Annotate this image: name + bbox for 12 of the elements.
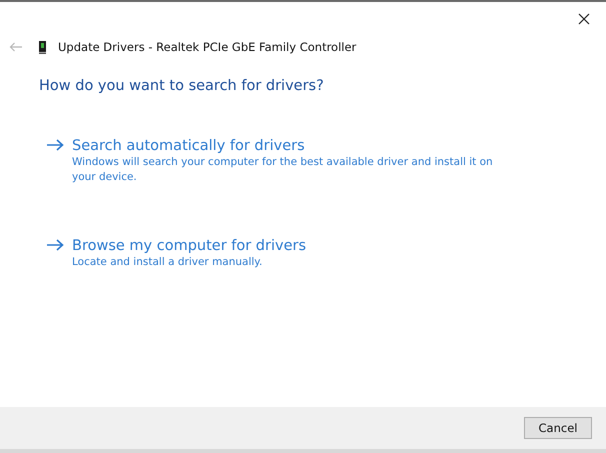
arrow-icon: [46, 239, 64, 251]
cancel-button[interactable]: Cancel: [524, 417, 592, 439]
option-description: Locate and install a driver manually.: [72, 255, 264, 270]
arrow-icon: [46, 139, 64, 151]
option-link[interactable]: Browse my computer for drivers: [72, 238, 306, 254]
close-button[interactable]: [576, 11, 592, 27]
window-title: Update Drivers - Realtek PCIe GbE Family Controller: [58, 40, 356, 54]
option-description: Windows will search your computer for the best available driver and install it on your device.: [72, 155, 494, 185]
option-link[interactable]: Search automatically for drivers: [72, 138, 305, 154]
page-heading: How do you want to search for drivers?: [39, 78, 325, 94]
network-adapter-icon: [39, 40, 46, 54]
close-icon: [578, 13, 590, 25]
